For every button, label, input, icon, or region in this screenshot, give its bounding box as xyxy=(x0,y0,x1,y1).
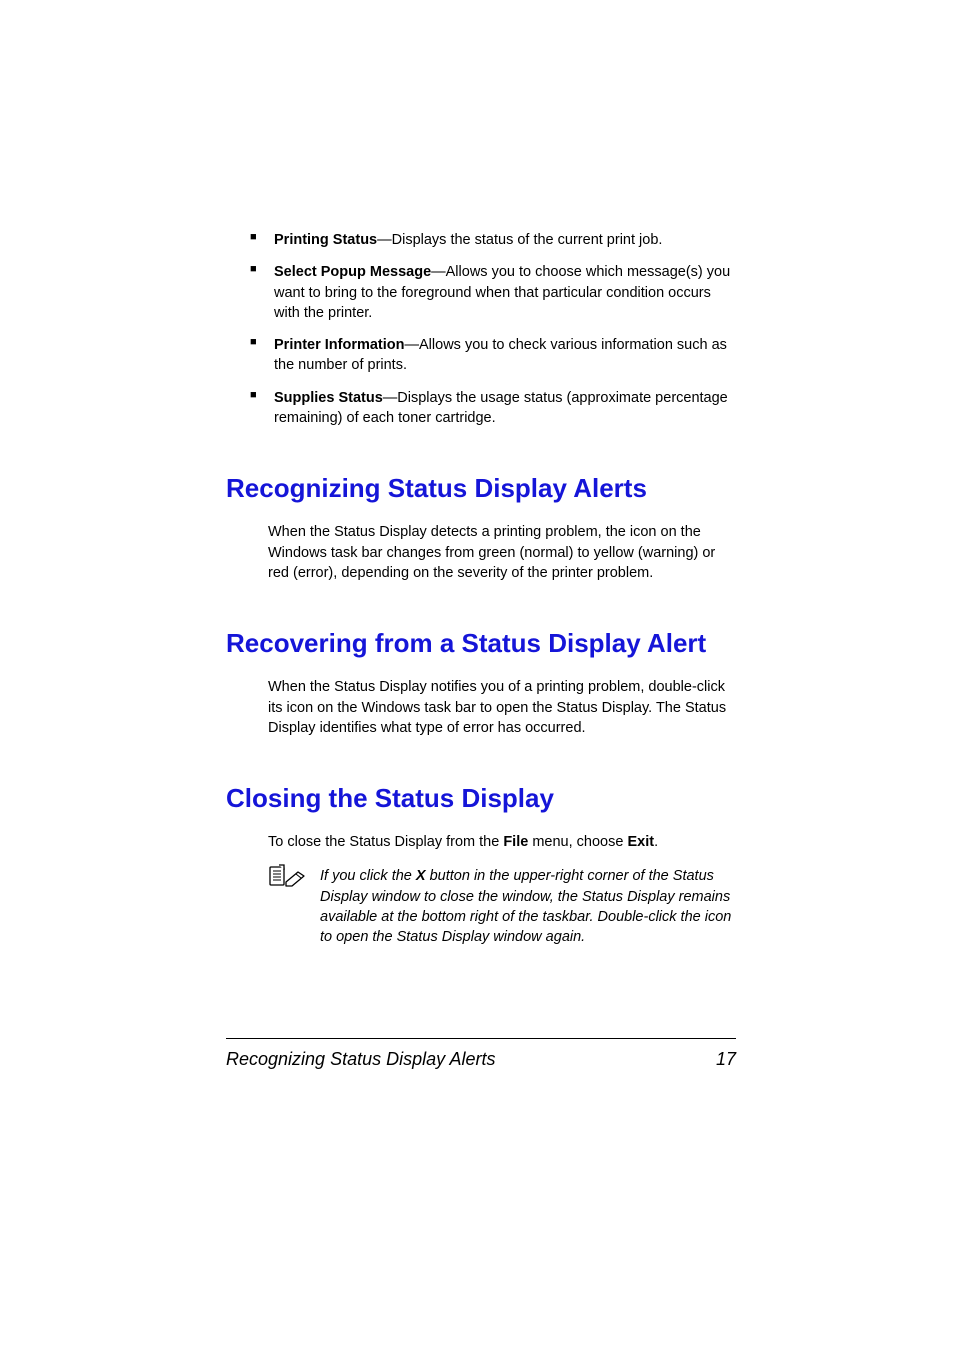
text-bold: Exit xyxy=(627,834,654,850)
footer-divider xyxy=(226,1038,736,1039)
list-item: Supplies Status—Displays the usage statu… xyxy=(274,388,736,429)
note-block: If you click the X button in the upper-r… xyxy=(226,866,736,947)
bullet-label: Supplies Status xyxy=(274,390,383,406)
list-item: Printer Information—Allows you to check … xyxy=(274,335,736,376)
heading-closing: Closing the Status Display xyxy=(226,783,736,814)
text-fragment: menu, choose xyxy=(528,834,627,850)
body-closing: To close the Status Display from the Fil… xyxy=(226,832,736,852)
body-recovering: When the Status Display notifies you of … xyxy=(226,677,736,738)
text-bold: X xyxy=(416,868,426,884)
bullet-list: Printing Status—Displays the status of t… xyxy=(226,230,736,428)
heading-recognizing: Recognizing Status Display Alerts xyxy=(226,473,736,504)
footer-row: Recognizing Status Display Alerts 17 xyxy=(226,1049,736,1070)
bullet-label: Printing Status xyxy=(274,232,377,248)
list-item: Select Popup Message—Allows you to choos… xyxy=(274,262,736,323)
text-fragment: If you click the xyxy=(320,868,416,884)
bullet-label: Select Popup Message xyxy=(274,264,431,280)
footer-page-number: 17 xyxy=(716,1049,736,1070)
text-bold: File xyxy=(503,834,528,850)
list-item: Printing Status—Displays the status of t… xyxy=(274,230,736,250)
body-recognizing: When the Status Display detects a printi… xyxy=(226,522,736,583)
footer-title: Recognizing Status Display Alerts xyxy=(226,1049,495,1070)
text-fragment: . xyxy=(654,834,658,850)
page-footer: Recognizing Status Display Alerts 17 xyxy=(226,1038,736,1070)
note-icon xyxy=(268,864,308,888)
bullet-label: Printer Information xyxy=(274,337,405,353)
note-text: If you click the X button in the upper-r… xyxy=(320,866,736,947)
bullet-desc: —Displays the status of the current prin… xyxy=(377,232,662,248)
text-fragment: To close the Status Display from the xyxy=(268,834,503,850)
heading-recovering: Recovering from a Status Display Alert xyxy=(226,628,736,659)
page-content: Printing Status—Displays the status of t… xyxy=(226,230,736,948)
